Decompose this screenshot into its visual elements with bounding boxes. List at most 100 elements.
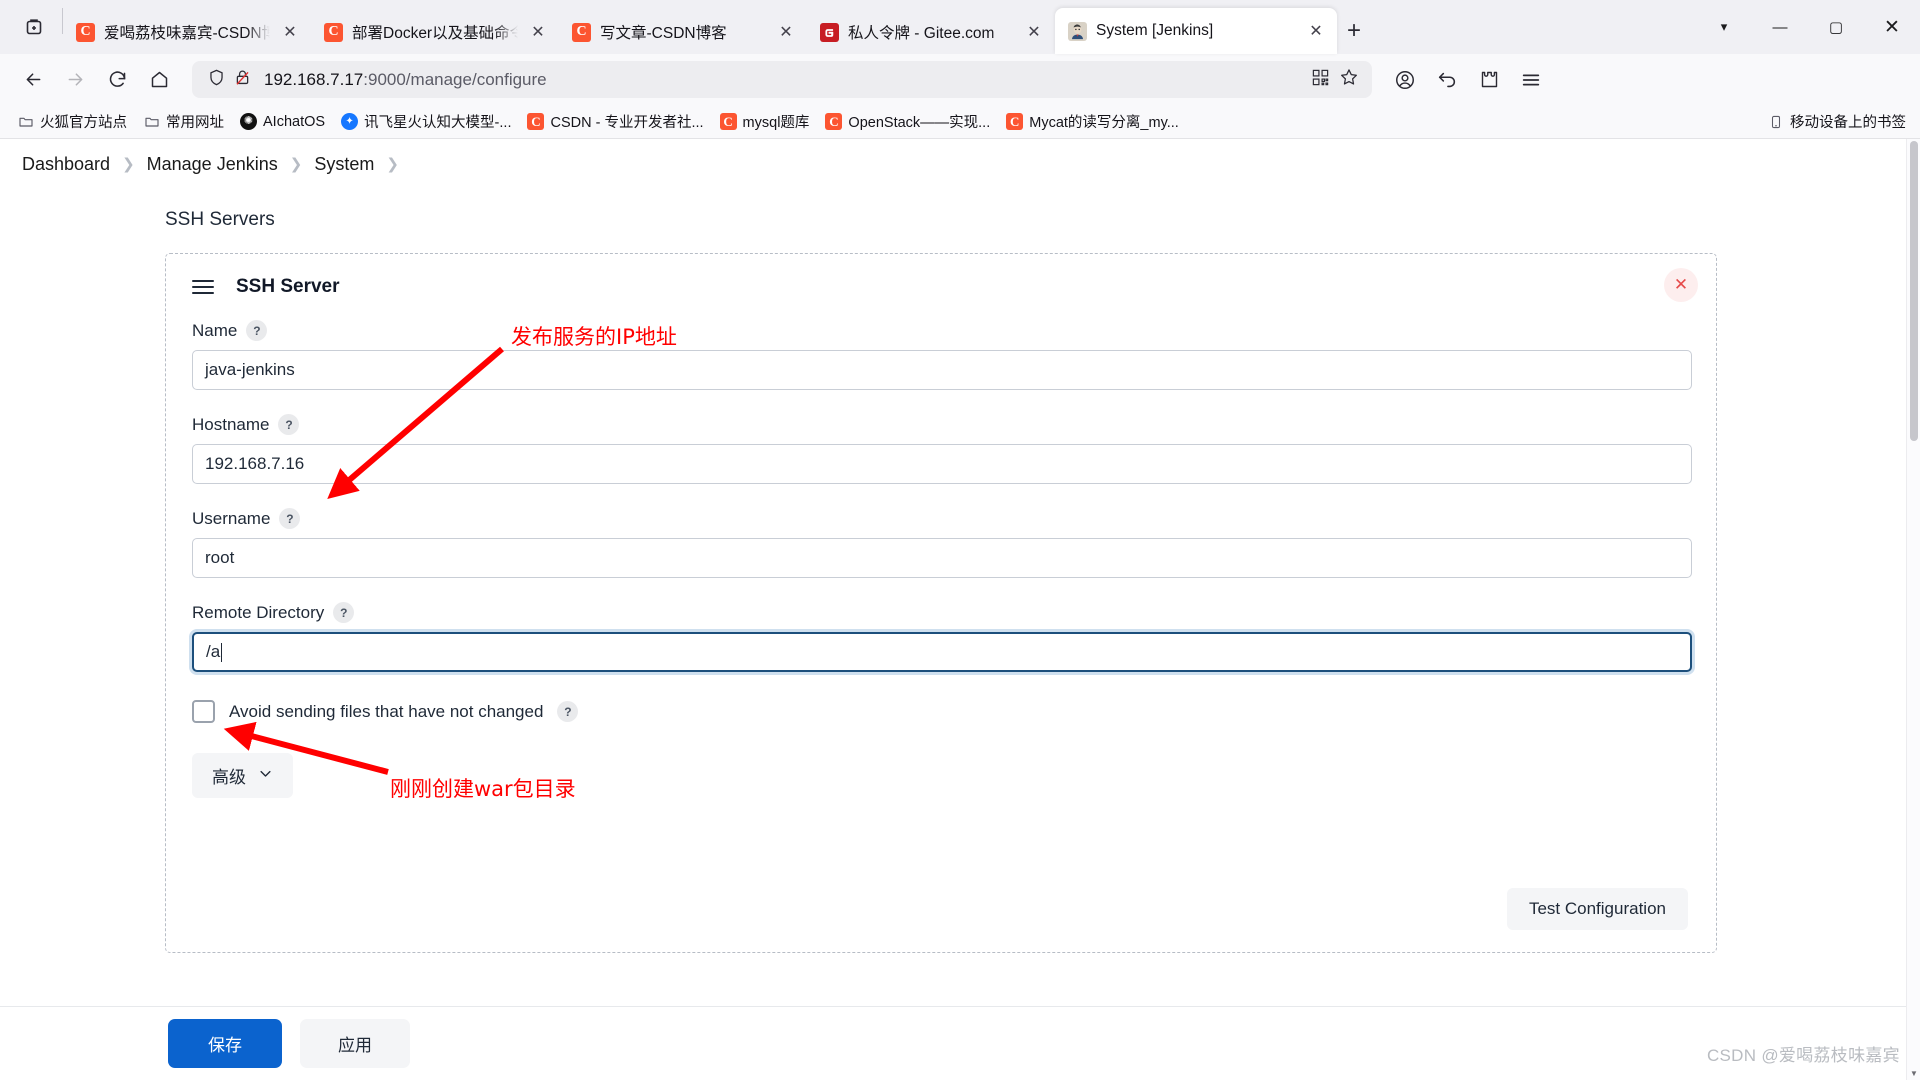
csdn-icon: C xyxy=(76,22,95,42)
apply-button[interactable]: 应用 xyxy=(300,1019,410,1068)
help-icon[interactable]: ? xyxy=(557,701,579,722)
breadcrumb-separator-icon: ❯ xyxy=(386,156,399,173)
browser-tab[interactable]: C 爱喝荔枝味嘉宾-CSDN博客 ✕ xyxy=(63,10,311,54)
field-label-remote-directory: Remote Directory ? xyxy=(192,602,1690,623)
username-input[interactable]: root xyxy=(192,538,1692,578)
drag-handle-icon[interactable] xyxy=(192,280,214,294)
bookmarks-bar: 火狐官方站点 常用网址 ✺ AIchatOS ✦ 讯飞星火认知大模型-... C… xyxy=(0,105,1920,139)
bookmark-item[interactable]: C mysql题库 xyxy=(713,107,817,136)
qr-code-icon[interactable] xyxy=(1311,68,1330,92)
bookmark-item[interactable]: 常用网址 xyxy=(136,107,231,136)
csdn-icon: C xyxy=(825,113,843,130)
breadcrumb-dashboard[interactable]: Dashboard xyxy=(22,154,110,175)
save-button[interactable]: 保存 xyxy=(168,1019,282,1068)
hostname-input[interactable]: 192.168.7.16 xyxy=(192,444,1692,484)
bookmark-label: 常用网址 xyxy=(166,115,224,131)
close-icon[interactable]: ✕ xyxy=(1305,20,1327,42)
bookmark-item[interactable]: C Mycat的读写分离_my... xyxy=(999,107,1186,136)
mobile-icon xyxy=(1767,113,1784,130)
bookmark-label: 讯飞星火认知大模型-... xyxy=(364,115,512,131)
csdn-icon: C xyxy=(324,22,343,42)
bookmark-star-icon[interactable] xyxy=(1339,67,1359,92)
close-icon[interactable]: ✕ xyxy=(1023,21,1045,43)
tab-list-dropdown-button[interactable]: ▾ xyxy=(1696,3,1752,51)
address-bar-actions xyxy=(1311,67,1363,92)
jenkins-icon xyxy=(1068,21,1087,41)
minimize-button[interactable]: — xyxy=(1752,3,1808,51)
text-caret xyxy=(221,642,223,662)
window-controls: ▾ — ▢ ✕ xyxy=(1696,0,1920,54)
field-name: Name ? java-jenkins xyxy=(192,320,1692,390)
label-text: Remote Directory xyxy=(192,602,325,622)
close-icon[interactable]: ✕ xyxy=(527,21,549,43)
back-icon[interactable] xyxy=(14,61,52,99)
help-icon[interactable]: ? xyxy=(246,320,268,341)
firefox-view-icon[interactable] xyxy=(21,14,47,40)
browser-tab-active[interactable]: System [Jenkins] ✕ xyxy=(1055,8,1337,54)
help-icon[interactable]: ? xyxy=(333,602,355,623)
breadcrumb: Dashboard ❯ Manage Jenkins ❯ System ❯ xyxy=(0,139,1920,189)
browser-tab[interactable]: C 写文章-CSDN博客 ✕ xyxy=(559,10,807,54)
help-icon[interactable]: ? xyxy=(279,508,301,529)
breadcrumb-manage-jenkins[interactable]: Manage Jenkins xyxy=(147,154,278,175)
bookmark-item[interactable]: ✦ 讯飞星火认知大模型-... xyxy=(334,107,518,136)
address-bar-icons xyxy=(201,68,252,92)
avoid-sending-files-row[interactable]: Avoid sending files that have not change… xyxy=(192,700,1690,723)
remote-directory-input[interactable]: /a xyxy=(192,632,1692,672)
bookmark-item[interactable]: C CSDN - 专业开发者社... xyxy=(520,107,710,136)
url-host: 192.168.7.17 xyxy=(264,69,364,89)
form-footer: 保存 应用 xyxy=(0,1006,1920,1080)
extensions-icon[interactable] xyxy=(1470,61,1508,99)
ssh-server-block: SSH Server ✕ Name ? java-jenkins Hostnam… xyxy=(165,253,1717,953)
field-label-hostname: Hostname ? xyxy=(192,414,1690,435)
new-tab-button[interactable]: + xyxy=(1337,14,1371,48)
alchatos-icon: ✺ xyxy=(240,113,257,130)
field-label-username: Username ? xyxy=(192,508,1690,529)
url-path: :9000/manage/configure xyxy=(363,69,547,89)
avoid-sending-files-checkbox[interactable] xyxy=(192,700,215,723)
csdn-icon: C xyxy=(527,113,545,130)
browser-navigation-bar: 192.168.7.17:9000/manage/configure xyxy=(0,54,1920,105)
label-text: Name xyxy=(192,320,238,340)
bookmark-item[interactable]: 火狐官方站点 xyxy=(10,107,134,136)
xunfei-icon: ✦ xyxy=(341,113,359,130)
input-value: 192.168.7.16 xyxy=(205,454,305,473)
bookmark-label: AIchatOS xyxy=(263,113,326,130)
delete-ssh-server-button[interactable]: ✕ xyxy=(1664,268,1698,302)
test-configuration-button[interactable]: Test Configuration xyxy=(1506,888,1688,930)
csdn-icon: C xyxy=(719,113,737,130)
page-scrollbar[interactable]: ▲ ▼ xyxy=(1906,139,1920,1080)
bookmark-item[interactable]: C OpenStack——实现... xyxy=(818,107,997,136)
mobile-bookmarks-item[interactable]: 移动设备上的书签 xyxy=(1767,111,1906,132)
browser-tab[interactable]: 私人令牌 - Gitee.com ✕ xyxy=(807,10,1055,54)
name-input[interactable]: java-jenkins xyxy=(192,350,1692,390)
scroll-down-icon[interactable]: ▼ xyxy=(1907,1066,1920,1080)
breadcrumb-separator-icon: ❯ xyxy=(289,156,303,173)
bookmark-item[interactable]: ✺ AIchatOS xyxy=(233,109,332,134)
shield-icon[interactable] xyxy=(207,68,226,92)
maximize-button[interactable]: ▢ xyxy=(1808,3,1864,51)
undo-icon[interactable] xyxy=(1428,61,1466,99)
csdn-icon: C xyxy=(572,22,591,42)
close-icon[interactable]: ✕ xyxy=(775,21,797,43)
lock-broken-icon[interactable] xyxy=(233,68,252,92)
browser-tab[interactable]: C 部署Docker以及基础命令-CSDN博客 ✕ xyxy=(311,10,559,54)
address-bar[interactable]: 192.168.7.17:9000/manage/configure xyxy=(192,61,1372,98)
address-bar-url[interactable]: 192.168.7.17:9000/manage/configure xyxy=(264,70,1311,90)
tab-title: 爱喝荔枝味嘉宾-CSDN博客 xyxy=(104,25,270,42)
reload-icon[interactable] xyxy=(98,61,136,99)
close-icon[interactable]: ✕ xyxy=(279,21,301,43)
menu-icon[interactable] xyxy=(1512,61,1550,99)
advanced-button[interactable]: 高级 xyxy=(192,753,293,798)
label-text: Hostname xyxy=(192,414,270,434)
forward-icon[interactable] xyxy=(56,61,94,99)
breadcrumb-system[interactable]: System xyxy=(314,154,374,175)
home-icon[interactable] xyxy=(140,61,178,99)
help-icon[interactable]: ? xyxy=(278,414,300,435)
account-icon[interactable] xyxy=(1386,61,1424,99)
list-all-tabs-area xyxy=(6,0,62,54)
scrollbar-thumb[interactable] xyxy=(1910,141,1918,441)
field-remote-directory: Remote Directory ? /a xyxy=(192,602,1692,672)
bookmark-label: 火狐官方站点 xyxy=(40,115,127,131)
close-window-button[interactable]: ✕ xyxy=(1864,3,1920,51)
